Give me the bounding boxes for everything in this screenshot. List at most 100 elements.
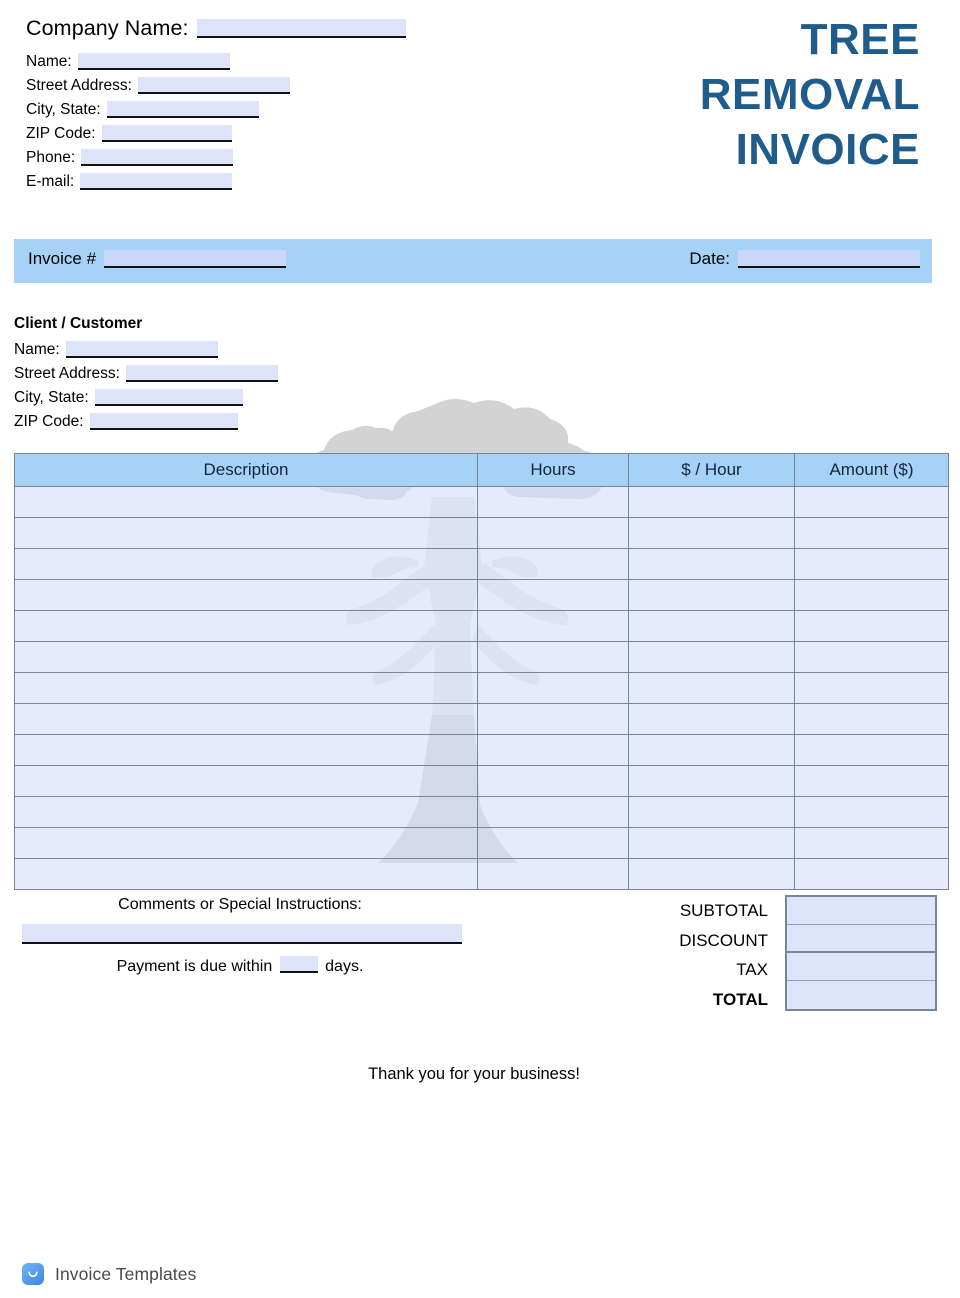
table-cell[interactable] bbox=[477, 703, 629, 735]
table-cell[interactable] bbox=[628, 703, 795, 735]
title-line-1: TREE bbox=[800, 15, 920, 64]
table-cell[interactable] bbox=[794, 548, 949, 580]
invoice-smile-icon bbox=[22, 1263, 44, 1285]
payment-terms-prefix: Payment is due within bbox=[116, 958, 273, 975]
table-cell[interactable] bbox=[628, 579, 795, 611]
table-cell[interactable] bbox=[628, 486, 795, 518]
client-field-zip: ZIP Code: bbox=[14, 408, 420, 432]
table-cell[interactable] bbox=[794, 734, 949, 766]
table-cell[interactable] bbox=[14, 734, 478, 766]
table-cell[interactable] bbox=[628, 765, 795, 797]
document-title: TREE REMOVAL INVOICE bbox=[500, 12, 920, 177]
table-cell[interactable] bbox=[794, 610, 949, 642]
table-cell[interactable] bbox=[477, 672, 629, 704]
table-cell[interactable] bbox=[794, 796, 949, 828]
table-row bbox=[14, 858, 949, 890]
client-street-input[interactable] bbox=[125, 365, 278, 382]
subtotal-label: SUBTOTAL bbox=[679, 901, 768, 920]
invoice-number-group: Invoice # bbox=[28, 249, 287, 270]
table-row bbox=[14, 734, 949, 766]
invoice-number-input[interactable] bbox=[104, 250, 287, 268]
client-zip-input[interactable] bbox=[89, 413, 238, 430]
title-line-2: REMOVAL bbox=[699, 70, 920, 119]
table-cell[interactable] bbox=[14, 641, 478, 673]
comments-input[interactable] bbox=[22, 924, 462, 944]
table-cell[interactable] bbox=[628, 858, 795, 890]
table-cell[interactable] bbox=[794, 765, 949, 797]
table-cell[interactable] bbox=[794, 517, 949, 549]
table-cell[interactable] bbox=[628, 610, 795, 642]
totals-labels: SUBTOTAL DISCOUNT TAX TOTAL bbox=[679, 896, 768, 1014]
table-cell[interactable] bbox=[14, 765, 478, 797]
table-cell[interactable] bbox=[14, 796, 478, 828]
table-cell[interactable] bbox=[14, 486, 478, 518]
table-cell[interactable] bbox=[628, 827, 795, 859]
table-cell[interactable] bbox=[794, 703, 949, 735]
table-cell[interactable] bbox=[794, 858, 949, 890]
total-value[interactable] bbox=[787, 981, 935, 1009]
company-street-label: Street Address: bbox=[26, 77, 132, 94]
comments-label: Comments or Special Instructions: bbox=[118, 896, 362, 913]
table-row bbox=[14, 703, 949, 735]
table-cell[interactable] bbox=[477, 548, 629, 580]
company-phone-input[interactable] bbox=[81, 149, 234, 166]
table-cell[interactable] bbox=[477, 641, 629, 673]
table-cell[interactable] bbox=[794, 641, 949, 673]
client-field-city: City, State: bbox=[14, 384, 420, 408]
table-cell[interactable] bbox=[14, 703, 478, 735]
company-contact-name-input[interactable] bbox=[77, 53, 230, 70]
table-cell[interactable] bbox=[14, 827, 478, 859]
table-cell[interactable] bbox=[14, 579, 478, 611]
table-cell[interactable] bbox=[14, 517, 478, 549]
company-street-input[interactable] bbox=[137, 77, 290, 94]
table-row bbox=[14, 610, 949, 642]
client-field-name: Name: bbox=[14, 336, 420, 360]
client-heading: Client / Customer bbox=[14, 315, 143, 332]
table-cell[interactable] bbox=[628, 796, 795, 828]
table-cell[interactable] bbox=[14, 672, 478, 704]
table-cell[interactable] bbox=[477, 796, 629, 828]
table-row bbox=[14, 579, 949, 611]
table-cell[interactable] bbox=[628, 734, 795, 766]
payment-terms-suffix: days. bbox=[325, 958, 364, 975]
table-cell[interactable] bbox=[794, 827, 949, 859]
invoice-templates-logo[interactable]: Invoice Templates bbox=[22, 1263, 196, 1285]
company-zip-input[interactable] bbox=[101, 125, 232, 142]
subtotal-value[interactable] bbox=[787, 897, 935, 925]
table-cell[interactable] bbox=[794, 579, 949, 611]
table-cell[interactable] bbox=[477, 765, 629, 797]
company-field-name: Name: bbox=[26, 48, 560, 72]
table-cell[interactable] bbox=[477, 827, 629, 859]
table-cell[interactable] bbox=[628, 641, 795, 673]
invoice-date-input[interactable] bbox=[738, 250, 920, 268]
table-cell[interactable] bbox=[628, 548, 795, 580]
company-name-input[interactable] bbox=[196, 19, 406, 38]
company-city-input[interactable] bbox=[106, 101, 259, 118]
table-cell[interactable] bbox=[477, 486, 629, 518]
table-cell[interactable] bbox=[14, 610, 478, 642]
table-cell[interactable] bbox=[477, 517, 629, 549]
table-cell[interactable] bbox=[477, 610, 629, 642]
table-cell[interactable] bbox=[794, 672, 949, 704]
client-sub-fields: Name: Street Address: City, State: ZIP C… bbox=[0, 336, 420, 432]
column-header-description: Description bbox=[14, 453, 478, 487]
column-header-amount: Amount ($) bbox=[794, 453, 949, 487]
client-zip-label: ZIP Code: bbox=[14, 413, 84, 430]
table-cell[interactable] bbox=[477, 858, 629, 890]
invoice-date-label: Date: bbox=[689, 249, 730, 268]
table-cell[interactable] bbox=[477, 579, 629, 611]
invoice-meta-bar: Invoice # Date: bbox=[14, 239, 932, 283]
table-cell[interactable] bbox=[628, 517, 795, 549]
tax-value[interactable] bbox=[787, 953, 935, 981]
client-city-input[interactable] bbox=[94, 389, 243, 406]
table-row bbox=[14, 796, 949, 828]
table-cell[interactable] bbox=[14, 858, 478, 890]
client-name-input[interactable] bbox=[65, 341, 218, 358]
table-cell[interactable] bbox=[794, 486, 949, 518]
table-cell[interactable] bbox=[628, 672, 795, 704]
table-cell[interactable] bbox=[14, 548, 478, 580]
company-email-input[interactable] bbox=[80, 173, 233, 190]
table-cell[interactable] bbox=[477, 734, 629, 766]
discount-value[interactable] bbox=[787, 925, 935, 953]
payment-days-input[interactable] bbox=[279, 956, 318, 973]
